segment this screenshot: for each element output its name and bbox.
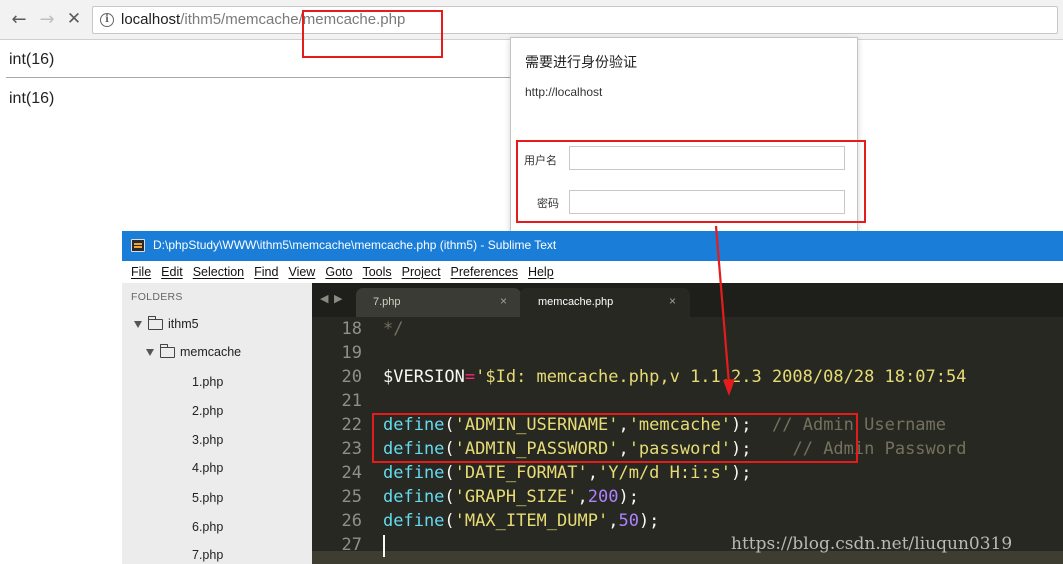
code-string: 'Y/m/d H:i:s' (597, 463, 732, 483)
code-function: define (383, 487, 445, 507)
tab-memcache-php[interactable]: memcache.php × (520, 288, 690, 317)
code-comment: */ (383, 319, 404, 339)
url-host: localhost (121, 11, 181, 28)
browser-toolbar: ← → ✕ i localhost/ithm5/memcache/memcach… (0, 0, 1063, 40)
line-number: 23 (341, 439, 362, 459)
page-divider (6, 77, 511, 78)
line-number: 20 (341, 367, 362, 387)
tab-bar: ◀ ▶ 7.php × memcache.php × (312, 283, 1063, 317)
menu-file[interactable]: File (131, 265, 151, 279)
code-line-18[interactable]: */ (383, 317, 403, 341)
menu-find[interactable]: Find (254, 265, 278, 279)
line-number: 22 (341, 415, 362, 435)
code-function: define (383, 511, 445, 531)
code-punctuation: , (587, 463, 598, 483)
sidebar: FOLDERS ithm5 memcache 1.php 2.php 3.php… (122, 283, 312, 564)
code-string: 'DATE_FORMAT' (454, 463, 588, 483)
code-punctuation: ); (618, 487, 639, 507)
code-punctuation: ); (731, 463, 752, 483)
code-line-26[interactable]: define('MAX_ITEM_DUMP',50); (383, 509, 659, 533)
auth-dialog-host: http://localhost (525, 85, 603, 99)
code-punctuation: , (577, 487, 588, 507)
code-punctuation: ( (444, 487, 455, 507)
expand-arrow-icon[interactable] (134, 320, 142, 328)
menu-help[interactable]: Help (528, 265, 554, 279)
tree-file[interactable]: 5.php (192, 491, 223, 505)
code-operator: = (464, 367, 476, 387)
tree-folder-memcache[interactable]: memcache (146, 343, 242, 359)
tree-file[interactable]: 1.php (192, 375, 223, 389)
page-output-line: int(16) (9, 90, 55, 107)
stop-loading-icon[interactable]: ✕ (63, 8, 85, 30)
code-punctuation: ( (444, 463, 455, 483)
line-number: 18 (341, 319, 362, 339)
tree-file[interactable]: 2.php (192, 404, 223, 418)
folder-icon (147, 315, 163, 330)
line-number: 19 (341, 343, 362, 363)
url-highlight-box (302, 10, 443, 58)
code-punctuation: ( (444, 511, 455, 531)
sublime-titlebar[interactable]: D:\phpStudy\WWW\ithm5\memcache\memcache.… (122, 231, 1063, 261)
auth-dialog-title: 需要进行身份验证 (525, 55, 637, 71)
code-number: 200 (587, 487, 619, 507)
code-line-24[interactable]: define('DATE_FORMAT','Y/m/d H:i:s'); (383, 461, 752, 485)
credentials-highlight-box (372, 413, 858, 463)
line-number: 24 (341, 463, 362, 483)
code-string: 'MAX_ITEM_DUMP' (454, 511, 609, 531)
sublime-window: D:\phpStudy\WWW\ithm5\memcache\memcache.… (122, 231, 1063, 564)
close-tab-icon[interactable]: × (669, 294, 676, 308)
code-string: '$Id: memcache.php,v 1.1.2.3 2008/08/28 … (475, 367, 967, 387)
tab-scroll-right-icon[interactable]: ▶ (334, 292, 342, 305)
menu-project[interactable]: Project (402, 265, 441, 279)
code-line-25[interactable]: define('GRAPH_SIZE',200); (383, 485, 639, 509)
line-number: 26 (341, 511, 362, 531)
back-arrow-icon[interactable]: ← (8, 8, 30, 30)
tab-label: memcache.php (538, 296, 614, 308)
code-punctuation: , (608, 511, 619, 531)
info-icon[interactable]: i (100, 13, 114, 27)
line-number: 25 (341, 487, 362, 507)
tree-file[interactable]: 7.php (192, 548, 223, 562)
code-line-20[interactable]: $VERSION='$Id: memcache.php,v 1.1.2.3 20… (383, 365, 966, 389)
line-number: 27 (341, 535, 362, 555)
code-punctuation: ); (638, 511, 660, 531)
menu-tools[interactable]: Tools (362, 265, 391, 279)
text-cursor (383, 535, 385, 557)
tree-file[interactable]: 3.php (192, 433, 223, 447)
folder-icon (159, 343, 175, 358)
menu-bar: File Edit Selection Find View Goto Tools… (122, 261, 1063, 283)
folder-label: ithm5 (168, 317, 199, 331)
sublime-app-icon (131, 239, 145, 252)
menu-selection[interactable]: Selection (193, 265, 244, 279)
tree-folder-root[interactable]: ithm5 (134, 315, 199, 331)
code-string: 'GRAPH_SIZE' (454, 487, 578, 507)
menu-preferences[interactable]: Preferences (451, 265, 518, 279)
code-number: 50 (618, 511, 639, 531)
tree-file[interactable]: 4.php (192, 461, 223, 475)
close-tab-icon[interactable]: × (500, 294, 507, 308)
tab-label: 7.php (373, 296, 401, 308)
line-number: 21 (341, 391, 362, 411)
tree-file[interactable]: 6.php (192, 520, 223, 534)
forward-arrow-icon[interactable]: → (36, 8, 58, 30)
expand-arrow-icon[interactable] (146, 348, 154, 356)
tab-scroll-left-icon[interactable]: ◀ (320, 292, 328, 305)
code-function: define (383, 463, 445, 483)
tab-7-php[interactable]: 7.php × (356, 288, 521, 317)
sidebar-heading: FOLDERS (131, 291, 183, 303)
menu-edit[interactable]: Edit (161, 265, 183, 279)
folder-label: memcache (180, 345, 242, 359)
line-number-gutter: 18 19 20 21 22 23 24 25 26 27 (312, 317, 374, 564)
watermark: https://blog.csdn.net/liuqun0319 (731, 534, 1013, 554)
window-title: D:\phpStudy\WWW\ithm5\memcache\memcache.… (153, 238, 557, 252)
auth-fields-highlight-box (516, 140, 866, 223)
menu-goto[interactable]: Goto (325, 265, 352, 279)
address-bar[interactable]: i localhost/ithm5/memcache/memcache.php (92, 6, 1058, 34)
page-output-line: int(16) (9, 51, 55, 68)
menu-view[interactable]: View (288, 265, 315, 279)
code-variable: $VERSION (383, 367, 465, 387)
